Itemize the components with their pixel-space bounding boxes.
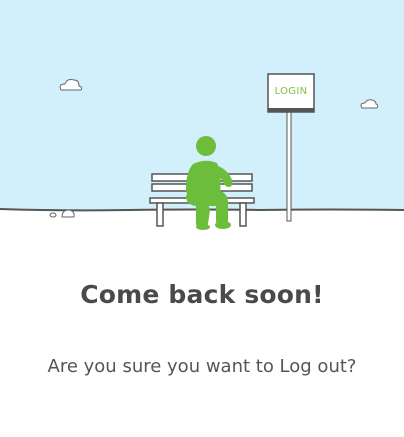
logout-illustration: LOGIN [0,0,404,230]
dialog-title: Come back soon! [80,280,324,309]
sign-post [286,109,292,222]
rock-small [49,212,57,218]
rock-large [61,209,75,218]
login-sign[interactable]: LOGIN [267,73,315,113]
dialog-message: Are you sure you want to Log out? [47,356,357,377]
logout-dialog: LOGIN Come back soon! Are you sure you w… [0,0,404,437]
login-sign-label: LOGIN [275,86,308,97]
